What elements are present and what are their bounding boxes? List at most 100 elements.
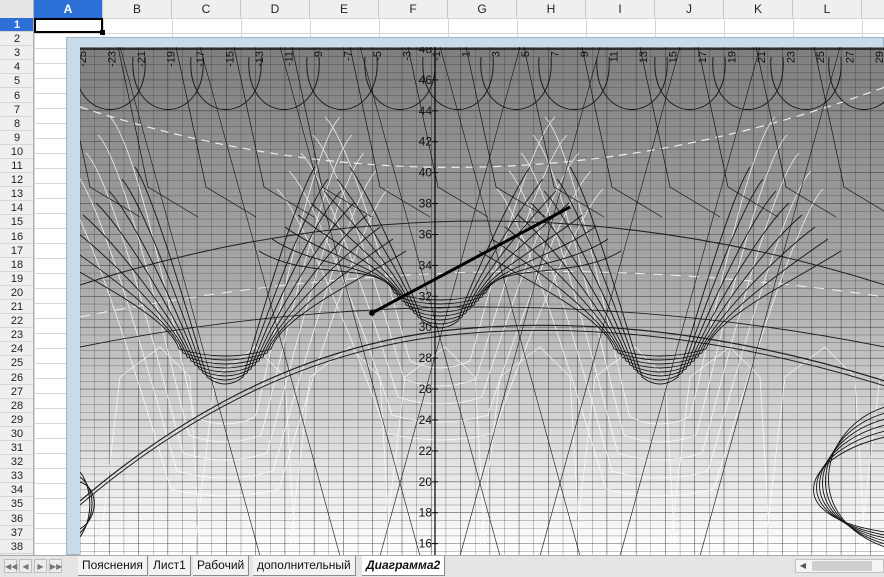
column-header-h[interactable]: H (517, 0, 586, 18)
last-sheet-button[interactable]: ▶▶ (49, 559, 62, 573)
column-header-b[interactable]: B (103, 0, 172, 18)
scroll-left-icon[interactable]: ◀ (796, 560, 810, 572)
horizontal-scrollbar[interactable]: ◀ (795, 559, 884, 573)
row-header-19[interactable]: 19 (0, 272, 33, 286)
y-tick-label: 16 (419, 537, 433, 551)
column-header-c[interactable]: C (172, 0, 241, 18)
row-header-8[interactable]: 8 (0, 117, 33, 131)
chart-object[interactable]: 48 46 44 42 40 38 36 34 32 30 28 26 24 22 20 18 16 -25 -23… (66, 37, 884, 556)
row-header-16[interactable]: 16 (0, 230, 33, 244)
contact-point (369, 310, 375, 316)
tab-list1[interactable]: Лист1 (149, 556, 191, 576)
row-header-26[interactable]: 26 (0, 371, 33, 385)
row-header-12[interactable]: 12 (0, 173, 33, 188)
row-header-17[interactable]: 17 (0, 244, 33, 258)
x-tick-label: -7 (343, 51, 355, 61)
tab-diagramma2[interactable]: Диаграмма2 (362, 556, 446, 576)
y-tick-label: 20 (419, 475, 433, 489)
y-tick-label: 36 (419, 227, 433, 241)
row-header-22[interactable]: 22 (0, 314, 33, 329)
row-header-36[interactable]: 36 (0, 512, 33, 526)
row-header-23[interactable]: 23 (0, 328, 33, 343)
tab-dopolnitelnyy[interactable]: дополнительный (253, 556, 356, 576)
y-tick-label: 22 (419, 444, 433, 458)
tab-rabochiy[interactable]: Рабочий (193, 556, 250, 576)
row-header-6[interactable]: 6 (0, 89, 33, 103)
column-header-a[interactable]: A (34, 0, 103, 18)
row-header-1[interactable]: 1 (0, 18, 33, 32)
row-header-13[interactable]: 13 (0, 187, 33, 202)
row-header-29[interactable]: 29 (0, 413, 33, 427)
row-header-24[interactable]: 24 (0, 342, 33, 357)
y-tick-label: 28 (419, 351, 433, 365)
chart-background (80, 47, 884, 556)
y-tick-label: 46 (419, 73, 433, 87)
x-tick-label: 25 (815, 51, 827, 63)
row-header-34[interactable]: 34 (0, 483, 33, 498)
scroll-thumb[interactable] (812, 561, 872, 571)
y-tick-label: 44 (419, 104, 433, 118)
row-header-9[interactable]: 9 (0, 131, 33, 145)
column-header-g[interactable]: G (448, 0, 517, 18)
row-header-33[interactable]: 33 (0, 469, 33, 484)
row-header-27[interactable]: 27 (0, 385, 33, 399)
row-header-32[interactable]: 32 (0, 455, 33, 470)
y-tick-label: 24 (419, 413, 433, 427)
x-tick-label: 11 (608, 51, 620, 62)
y-tick-label: 30 (419, 320, 433, 334)
first-sheet-button[interactable]: ◀◀ (4, 559, 17, 573)
sheet-tab-bar: ◀◀ ◀ ▶ ▶▶ Пояснения Лист1 Рабочий дополн… (0, 555, 884, 577)
column-header-l[interactable]: L (793, 0, 862, 18)
next-sheet-button[interactable]: ▶ (34, 559, 47, 573)
x-tick-label: 9 (579, 51, 591, 57)
row-header-20[interactable]: 20 (0, 286, 33, 300)
x-tick-label: -23 (107, 51, 119, 67)
y-tick-label: 42 (419, 135, 433, 149)
x-tick-label: 1 (461, 51, 473, 57)
row-header-bar: 1 2 3 4 5 6 7 8 9 10 11 12 13 14 15 16 17 18 19 20 21 22 23 24 2… (0, 18, 34, 555)
y-tick-label: 34 (419, 258, 433, 272)
row-header-4[interactable]: 4 (0, 60, 33, 75)
row-header-21[interactable]: 21 (0, 300, 33, 314)
row-header-25[interactable]: 25 (0, 356, 33, 371)
x-tick-label: -5 (372, 51, 384, 61)
row-header-18[interactable]: 18 (0, 258, 33, 272)
row-header-35[interactable]: 35 (0, 497, 33, 512)
select-all-corner[interactable] (0, 0, 34, 18)
row-header-31[interactable]: 31 (0, 441, 33, 455)
x-tick-label: -19 (166, 51, 178, 67)
x-tick-label: -15 (225, 51, 237, 67)
column-header-i[interactable]: I (586, 0, 655, 18)
column-header-j[interactable]: J (655, 0, 724, 18)
y-tick-label: 38 (419, 197, 433, 211)
prev-sheet-button[interactable]: ◀ (19, 559, 32, 573)
x-tick-label: 7 (549, 51, 561, 57)
active-cell-a1[interactable] (34, 18, 105, 35)
row-header-10[interactable]: 10 (0, 145, 33, 159)
column-header-k[interactable]: K (724, 0, 793, 18)
row-header-37[interactable]: 37 (0, 526, 33, 540)
column-header-f[interactable]: F (379, 0, 448, 18)
row-header-3[interactable]: 3 (0, 46, 33, 61)
y-tick-label: 40 (419, 166, 433, 180)
x-tick-label: 15 (667, 51, 679, 63)
row-header-28[interactable]: 28 (0, 399, 33, 413)
row-header-38[interactable]: 38 (0, 540, 33, 554)
x-tick-label: 3 (490, 51, 502, 57)
y-tick-label: 32 (419, 289, 433, 303)
tab-poyasneniya[interactable]: Пояснения (78, 556, 148, 576)
row-header-14[interactable]: 14 (0, 201, 33, 216)
column-header-d[interactable]: D (241, 0, 310, 18)
row-header-2[interactable]: 2 (0, 32, 33, 47)
y-tick-label: 26 (419, 382, 433, 396)
x-tick-label: -17 (195, 51, 207, 67)
row-header-30[interactable]: 30 (0, 427, 33, 441)
x-tick-label: 5 (520, 51, 532, 57)
row-header-15[interactable]: 15 (0, 215, 33, 230)
row-header-11[interactable]: 11 (0, 159, 33, 173)
x-tick-label: 13 (638, 51, 650, 63)
row-header-7[interactable]: 7 (0, 103, 33, 117)
chart-plot-area: 4846444240383634323028262422201816-25 -23… (80, 47, 884, 556)
row-header-5[interactable]: 5 (0, 74, 33, 89)
column-header-e[interactable]: E (310, 0, 379, 18)
